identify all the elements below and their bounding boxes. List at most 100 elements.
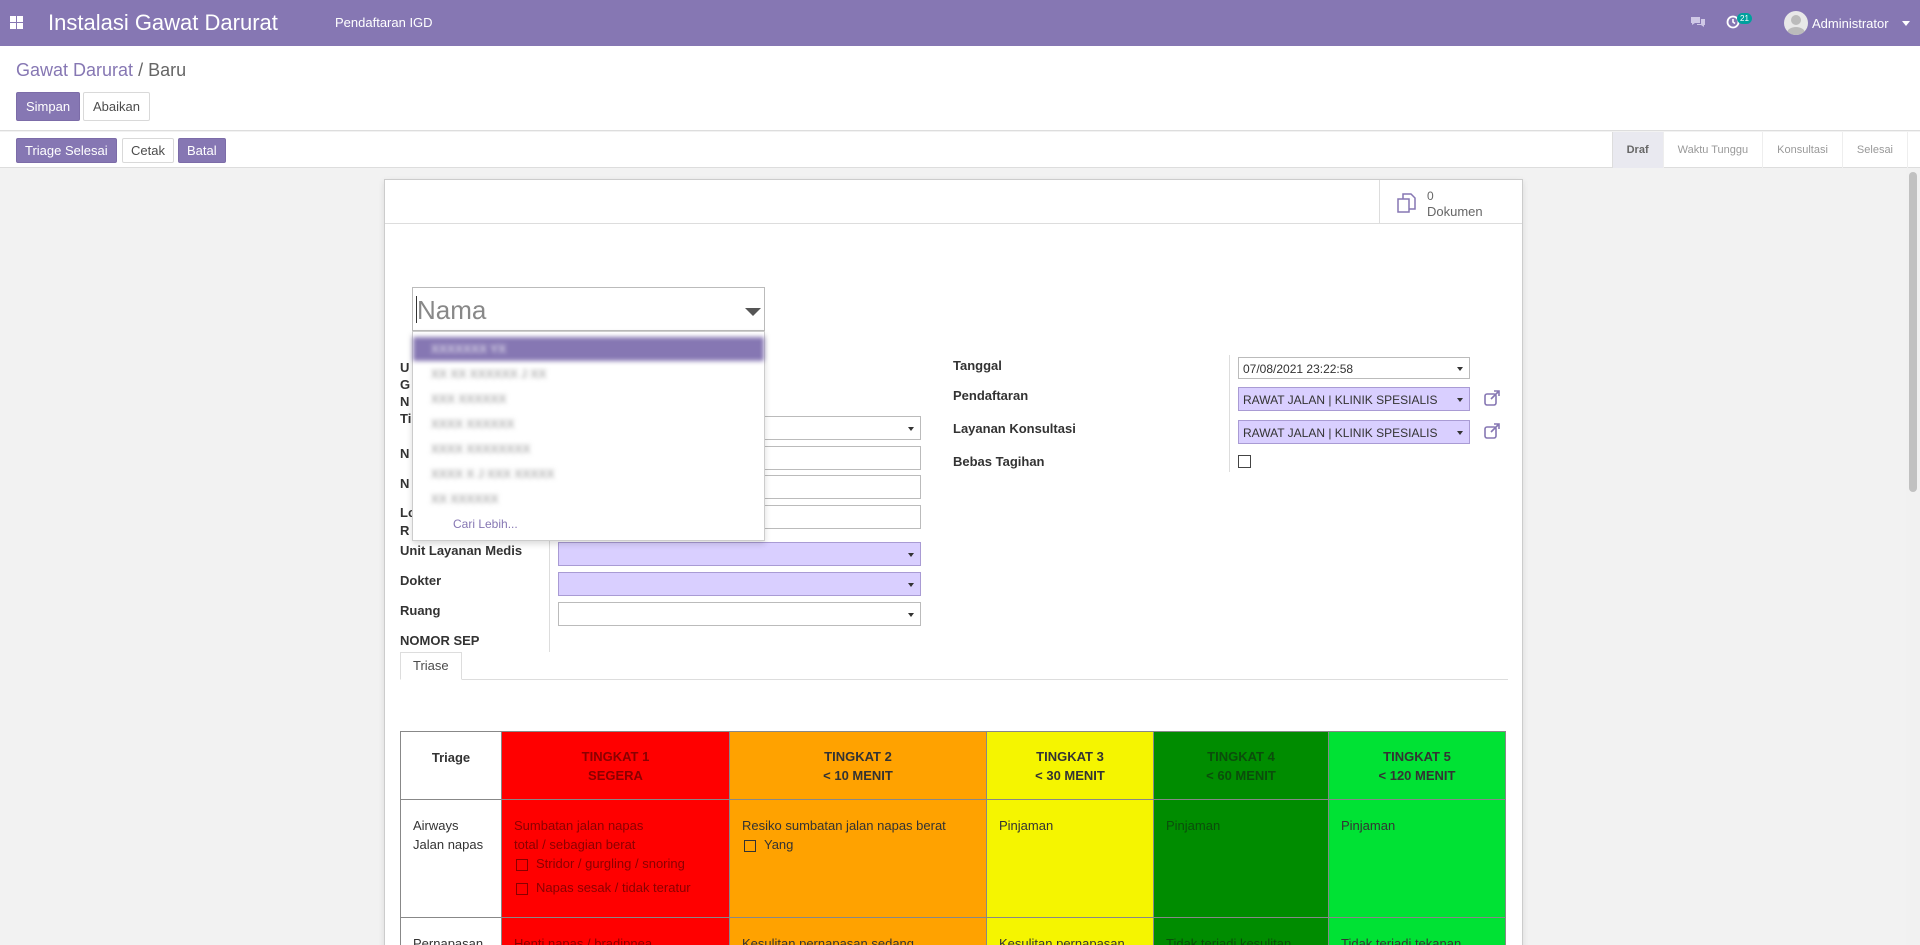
label-dokter: Dokter bbox=[400, 573, 442, 588]
label-pendaftaran: Pendaftaran bbox=[953, 388, 1029, 403]
tanggal-field[interactable]: 07/08/2021 23:22:58 bbox=[1238, 357, 1470, 379]
pendaftaran-select[interactable]: RAWAT JALAN | KLINIK SPESIALIS bbox=[1238, 387, 1470, 411]
label-hidden-3: N bbox=[400, 394, 410, 409]
left-group-separator-2 bbox=[549, 537, 550, 652]
button-box: 0 Dokumen bbox=[385, 180, 1522, 224]
status-stages: Draf Waktu Tunggu Konsultasi Selesai bbox=[1611, 132, 1908, 168]
triage-corner-header: Triage bbox=[400, 731, 502, 800]
label-hidden-1: U bbox=[400, 360, 410, 375]
statusbar: Triage Selesai Cetak Batal Draf Waktu Tu… bbox=[0, 132, 1920, 168]
save-button[interactable]: Simpan bbox=[16, 92, 81, 121]
airways-yang-checkbox[interactable] bbox=[744, 839, 756, 852]
unit-layanan-medis-select[interactable] bbox=[558, 542, 921, 566]
pernapasan-level-2-cell: Kesulitan pernapasan sedang bbox=[729, 917, 987, 945]
select-caret-icon bbox=[908, 427, 914, 431]
control-panel: Gawat Darurat / Baru Simpan Abaikan bbox=[0, 46, 1920, 131]
datepicker-caret-icon bbox=[1457, 367, 1463, 371]
notebook-header-line bbox=[400, 679, 1508, 680]
external-link-icon[interactable] bbox=[1483, 422, 1501, 440]
triage-table: Triage TINGKAT 1 SEGERA TINGKAT 2 < 10 MEN… bbox=[400, 731, 1506, 945]
label-hidden-4: Ti bbox=[400, 411, 412, 426]
nama-autocomplete-input[interactable]: Nama bbox=[412, 287, 765, 331]
dropdown-option[interactable]: XX XXXXXX bbox=[413, 487, 764, 511]
batal-button[interactable]: Batal bbox=[178, 138, 226, 163]
select-caret-icon bbox=[908, 553, 914, 557]
label-ruang: Ruang bbox=[400, 603, 441, 618]
breadcrumb: Gawat Darurat / Baru bbox=[16, 60, 186, 81]
tanggal-value: 07/08/2021 23:22:58 bbox=[1243, 362, 1354, 376]
level-3-header: TINGKAT 3 < 30 MENIT bbox=[986, 731, 1154, 800]
pendaftaran-value: RAWAT JALAN | KLINIK SPESIALIS bbox=[1243, 393, 1438, 407]
tab-triase[interactable]: Triase bbox=[400, 652, 462, 680]
bebas-tagihan-checkbox[interactable] bbox=[1238, 455, 1251, 468]
user-avatar[interactable] bbox=[1784, 11, 1808, 35]
pernapasan-level-1-cell: Henti napas / bradipnea bbox=[501, 917, 730, 945]
label-hidden-2: G bbox=[400, 377, 411, 392]
airways-level-4-cell: Pinjaman bbox=[1153, 799, 1329, 918]
label-bebas-tagihan: Bebas Tagihan bbox=[953, 454, 1045, 469]
select-caret-icon bbox=[908, 583, 914, 587]
pernapasan-level-4-cell: Tidak terjadi kesulitan bbox=[1153, 917, 1329, 945]
level-4-header: TINGKAT 4 < 60 MENIT bbox=[1153, 731, 1329, 800]
airways-napas-checkbox[interactable] bbox=[516, 882, 528, 895]
label-layanan-konsultasi: Layanan Konsultasi bbox=[953, 421, 1076, 436]
app-title[interactable]: Instalasi Gawat Darurat bbox=[48, 10, 278, 36]
label-unit-layanan-medis: Unit Layanan Medis bbox=[400, 543, 523, 558]
nama-autocomplete-dropdown: XXXXXXX YX XX XX XXXXXX J XX XXX XXXXXX … bbox=[412, 331, 765, 541]
airways-row-label: Airways Jalan napas bbox=[400, 799, 502, 918]
level-2-header: TINGKAT 2 < 10 MENIT bbox=[729, 731, 987, 800]
dropdown-option[interactable]: XXXX X J XXX XXXXX bbox=[413, 462, 764, 486]
right-group-separator bbox=[1229, 355, 1230, 472]
documents-smart-button[interactable]: 0 Dokumen bbox=[1379, 180, 1522, 224]
pernapasan-level-3-cell: Kesulitan pernapasan bbox=[986, 917, 1154, 945]
dokter-select[interactable] bbox=[558, 572, 921, 596]
stage-waktu-tunggu[interactable]: Waktu Tunggu bbox=[1664, 132, 1764, 168]
stage-konsultasi[interactable]: Konsultasi bbox=[1763, 132, 1843, 168]
label-tanggal: Tanggal bbox=[953, 358, 1002, 373]
dropdown-option[interactable]: XXXX XXXXXX bbox=[413, 412, 764, 436]
select-caret-icon bbox=[908, 613, 914, 617]
stage-selesai[interactable]: Selesai bbox=[1843, 132, 1908, 168]
user-name[interactable]: Administrator bbox=[1812, 16, 1889, 31]
dropdown-option[interactable]: XXX XXXXXX bbox=[413, 387, 764, 411]
apps-menu-icon[interactable] bbox=[10, 16, 23, 29]
breadcrumb-current: Baru bbox=[148, 60, 187, 80]
pernapasan-level-5-cell: Tidak terjadi tekanan bbox=[1328, 917, 1506, 945]
menu-pendaftaran-igd[interactable]: Pendaftaran IGD bbox=[335, 15, 433, 30]
label-hidden-8: R bbox=[400, 523, 410, 538]
airways-level-1-cell: Sumbatan jalan napas total / sebagian be… bbox=[501, 799, 730, 918]
dropdown-caret-icon[interactable] bbox=[745, 308, 761, 316]
discard-button[interactable]: Abaikan bbox=[83, 92, 150, 121]
scrollbar-thumb[interactable] bbox=[1909, 172, 1917, 492]
form-sheet: 0 Dokumen U G N Ti N N Lo R Unit Layanan… bbox=[384, 179, 1523, 945]
text-cursor bbox=[416, 296, 417, 323]
layanan-konsultasi-select[interactable]: RAWAT JALAN | KLINIK SPESIALIS bbox=[1238, 420, 1470, 444]
top-navbar: Instalasi Gawat Darurat Pendaftaran IGD … bbox=[0, 0, 1920, 46]
ruang-select[interactable] bbox=[558, 602, 921, 626]
stage-draf[interactable]: Draf bbox=[1612, 132, 1664, 168]
breadcrumb-parent[interactable]: Gawat Darurat bbox=[16, 60, 133, 80]
triage-selesai-button[interactable]: Triage Selesai bbox=[16, 138, 117, 163]
search-more-link[interactable]: Cari Lebih... bbox=[453, 517, 518, 531]
documents-icon bbox=[1397, 193, 1416, 213]
external-link-icon[interactable] bbox=[1483, 389, 1501, 407]
dropdown-option[interactable]: XXXXXXX YX bbox=[413, 337, 764, 361]
level-5-header: TINGKAT 5 < 120 MENIT bbox=[1328, 731, 1506, 800]
airways-level-5-cell: Pinjaman bbox=[1328, 799, 1506, 918]
chat-icon[interactable] bbox=[1690, 15, 1706, 29]
select-caret-icon bbox=[1457, 398, 1463, 402]
dropdown-option[interactable]: XXXX XXXXXXXX bbox=[413, 437, 764, 461]
airways-stridor-checkbox[interactable] bbox=[516, 858, 528, 871]
activity-count-badge: 21 bbox=[1737, 13, 1752, 24]
vertical-scrollbar[interactable] bbox=[1906, 168, 1920, 945]
dropdown-option[interactable]: XX XX XXXXXX J XX bbox=[413, 362, 764, 386]
cetak-button[interactable]: Cetak bbox=[122, 138, 174, 163]
select-caret-icon bbox=[1457, 431, 1463, 435]
level-1-header: TINGKAT 1 SEGERA bbox=[501, 731, 730, 800]
user-menu-caret-icon[interactable] bbox=[1902, 21, 1910, 26]
airways-level-3-cell: Pinjaman bbox=[986, 799, 1154, 918]
layanan-konsultasi-value: RAWAT JALAN | KLINIK SPESIALIS bbox=[1243, 426, 1438, 440]
label-hidden-5: N bbox=[400, 446, 410, 461]
nama-placeholder: Nama bbox=[417, 295, 487, 325]
pernapasan-row-label: Pernapasan bbox=[400, 917, 502, 945]
